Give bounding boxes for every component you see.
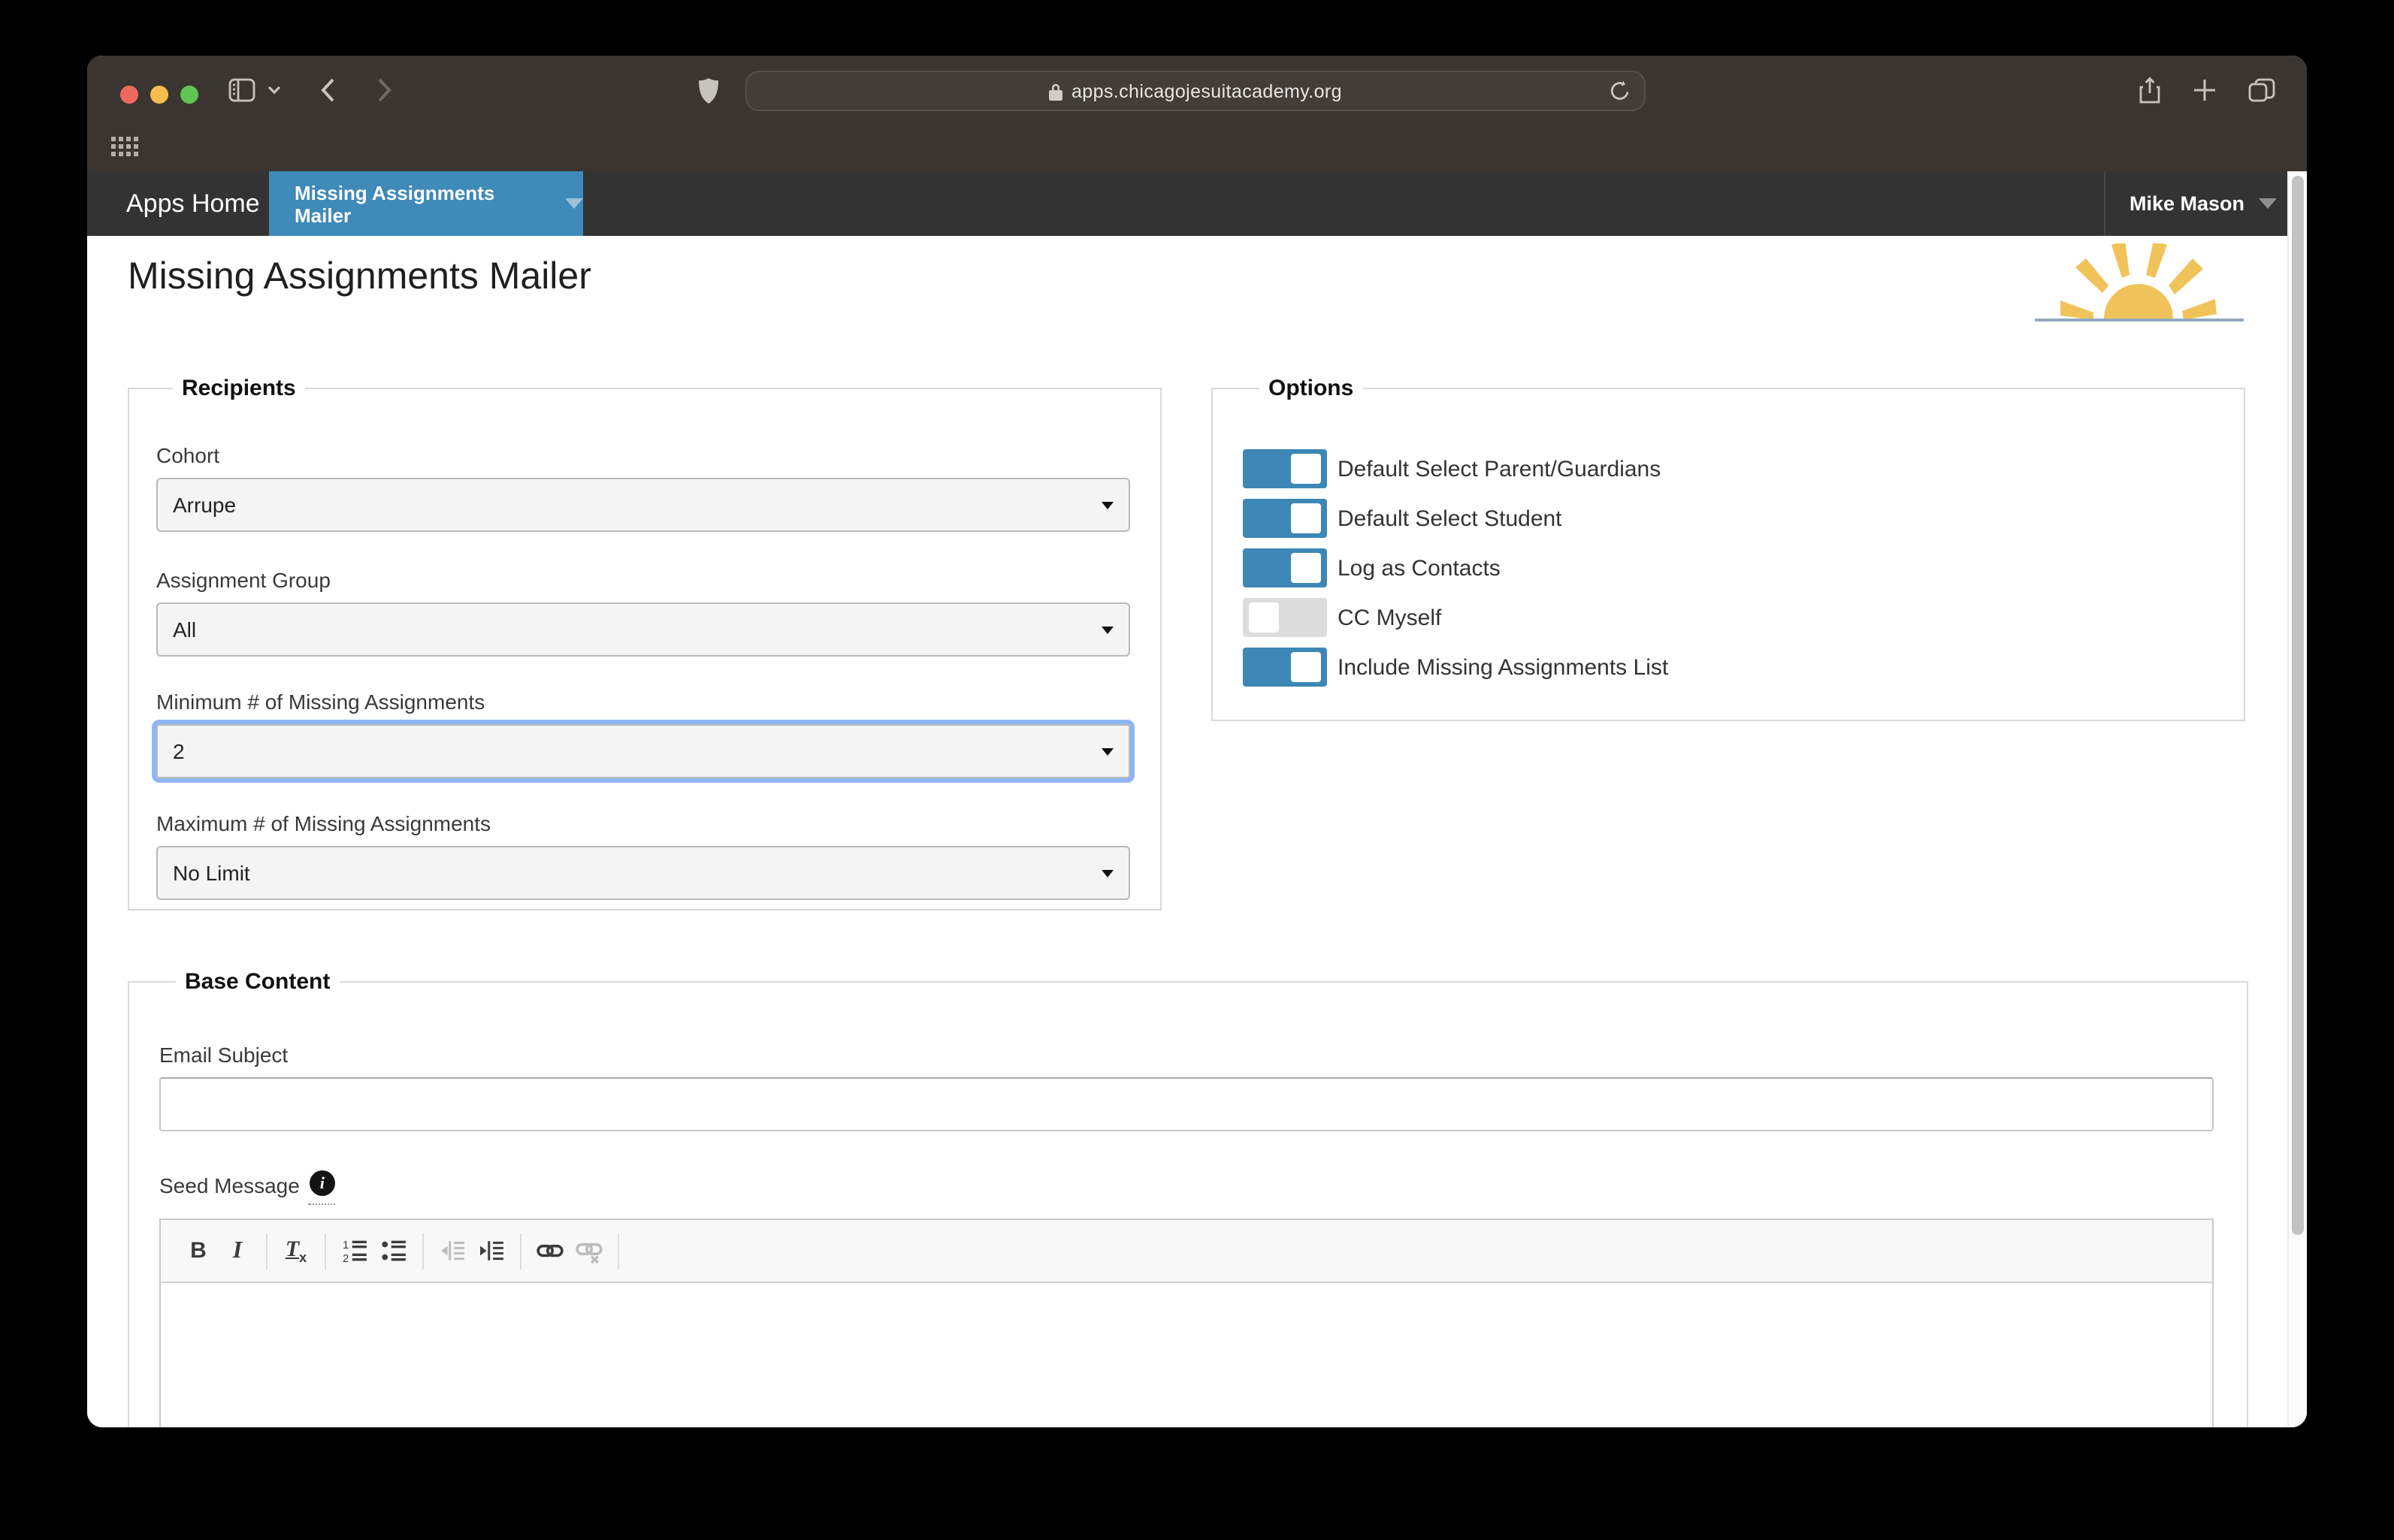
min-missing-label: Minimum # of Missing Assignments bbox=[156, 690, 485, 714]
editor-toolbar: B I Tx 1 2 bbox=[161, 1220, 2212, 1283]
link-icon[interactable] bbox=[530, 1231, 570, 1270]
apps-grid-icon[interactable] bbox=[111, 137, 138, 156]
option-label: CC Myself bbox=[1338, 605, 1442, 630]
url-text: apps.chicagojesuitacademy.org bbox=[1072, 80, 1342, 101]
seed-message-label: Seed Message bbox=[159, 1173, 300, 1197]
favorites-bar bbox=[87, 125, 2307, 171]
option-label: Log as Contacts bbox=[1338, 555, 1501, 581]
max-missing-label: Maximum # of Missing Assignments bbox=[156, 811, 491, 835]
tab-chevron-down-icon bbox=[565, 198, 583, 209]
close-window-button[interactable] bbox=[120, 86, 138, 104]
zoom-window-button[interactable] bbox=[180, 86, 198, 104]
numbered-list-icon[interactable]: 1 2 bbox=[335, 1231, 374, 1270]
base-content-panel: Base Content Email Subject Seed Message … bbox=[128, 969, 2248, 1427]
user-name: Mike Mason bbox=[2130, 192, 2245, 215]
back-button[interactable] bbox=[316, 56, 340, 125]
option-row: Log as Contacts bbox=[1243, 548, 2214, 587]
nav-tab-label: Missing Assignments Mailer bbox=[295, 181, 495, 226]
outdent-icon[interactable] bbox=[433, 1231, 472, 1270]
tooltip-dots bbox=[308, 1196, 336, 1205]
minimize-window-button[interactable] bbox=[150, 86, 168, 104]
toggle-log-as-contacts[interactable] bbox=[1243, 548, 1327, 587]
tab-overview-icon[interactable] bbox=[2245, 56, 2278, 125]
email-subject-input[interactable] bbox=[159, 1077, 2214, 1131]
max-missing-select[interactable]: No Limit bbox=[156, 846, 1130, 900]
option-row: Include Missing Assignments List bbox=[1243, 648, 2214, 687]
select-caret-icon bbox=[1102, 870, 1114, 877]
cohort-select[interactable]: Arrupe bbox=[156, 478, 1130, 532]
nav-tab-missing-assignments-mailer[interactable]: Missing Assignments Mailer bbox=[269, 171, 583, 236]
remove-format-button[interactable]: Tx bbox=[277, 1231, 316, 1270]
indent-icon[interactable] bbox=[472, 1231, 511, 1270]
traffic-lights bbox=[120, 86, 198, 104]
select-caret-icon bbox=[1102, 502, 1114, 509]
sunrise-logo bbox=[2035, 243, 2244, 322]
toggle-default-select-parents[interactable] bbox=[1243, 449, 1327, 488]
screen: apps.chicagojesuitacademy.org Apps Home … bbox=[0, 0, 2394, 1540]
browser-chrome: apps.chicagojesuitacademy.org bbox=[87, 56, 2307, 171]
nav-apps-home-link[interactable]: Apps Home bbox=[104, 171, 283, 236]
svg-text:2: 2 bbox=[342, 1253, 348, 1264]
address-bar[interactable]: apps.chicagojesuitacademy.org bbox=[745, 71, 1646, 111]
recipients-panel: Recipients Cohort Arrupe Assignment Grou… bbox=[128, 376, 1162, 910]
sidebar-chevron-down-icon[interactable] bbox=[264, 56, 283, 125]
min-missing-value: 2 bbox=[173, 739, 185, 763]
editor-content-area[interactable] bbox=[161, 1283, 2212, 1427]
assignment-group-select[interactable]: All bbox=[156, 602, 1130, 657]
assignment-group-label: Assignment Group bbox=[156, 568, 331, 592]
toolbar-separator bbox=[422, 1233, 424, 1269]
min-missing-select[interactable]: 2 bbox=[152, 720, 1135, 783]
reload-button[interactable] bbox=[1610, 80, 1631, 110]
options-panel: Options Default Select Parent/Guardians … bbox=[1211, 376, 2245, 721]
share-icon[interactable] bbox=[2134, 56, 2164, 125]
toggle-default-select-student[interactable] bbox=[1243, 499, 1327, 538]
new-tab-icon[interactable] bbox=[2190, 56, 2220, 125]
user-menu[interactable]: Mike Mason bbox=[2104, 171, 2287, 236]
toolbar-separator bbox=[325, 1233, 326, 1269]
select-caret-icon bbox=[1102, 748, 1114, 756]
option-label: Default Select Student bbox=[1338, 506, 1562, 531]
toolbar-separator bbox=[618, 1233, 619, 1269]
sidebar-toggle-icon[interactable] bbox=[225, 56, 258, 125]
cohort-label: Cohort bbox=[156, 443, 220, 467]
privacy-shield-icon[interactable] bbox=[694, 56, 721, 125]
bulleted-list-icon[interactable] bbox=[374, 1231, 413, 1270]
info-icon[interactable]: i bbox=[309, 1170, 335, 1196]
browser-titlebar: apps.chicagojesuitacademy.org bbox=[87, 56, 2307, 125]
recipients-legend: Recipients bbox=[182, 376, 296, 401]
max-missing-value: No Limit bbox=[173, 861, 250, 885]
option-row: CC Myself bbox=[1243, 598, 2214, 637]
seed-info: i bbox=[308, 1170, 336, 1205]
italic-button[interactable]: I bbox=[218, 1231, 257, 1270]
cohort-value: Arrupe bbox=[173, 493, 237, 517]
svg-text:1: 1 bbox=[342, 1240, 348, 1252]
toolbar-separator bbox=[266, 1233, 268, 1269]
unlink-icon[interactable] bbox=[570, 1231, 609, 1270]
scrollbar-thumb[interactable] bbox=[2292, 176, 2304, 1235]
option-label: Include Missing Assignments List bbox=[1338, 654, 1669, 680]
forward-button[interactable] bbox=[373, 56, 397, 125]
toggle-cc-myself[interactable] bbox=[1243, 598, 1327, 637]
toggle-include-missing-list[interactable] bbox=[1243, 648, 1327, 687]
lock-icon bbox=[1049, 82, 1062, 100]
browser-window: apps.chicagojesuitacademy.org Apps Home … bbox=[87, 56, 2307, 1427]
option-row: Default Select Student bbox=[1243, 499, 2214, 538]
page-title: Missing Assignments Mailer bbox=[128, 255, 591, 297]
page-scrollbar[interactable] bbox=[2287, 171, 2307, 1427]
webpage: Apps Home Missing Assignments Mailer Mik… bbox=[87, 171, 2307, 1427]
toolbar-separator bbox=[520, 1233, 521, 1269]
site-navbar: Apps Home Missing Assignments Mailer Mik… bbox=[87, 171, 2287, 236]
option-label: Default Select Parent/Guardians bbox=[1338, 456, 1661, 482]
option-row: Default Select Parent/Guardians bbox=[1243, 449, 2214, 488]
user-chevron-down-icon bbox=[2258, 198, 2277, 209]
assignment-group-value: All bbox=[173, 618, 197, 642]
options-legend: Options bbox=[1268, 376, 1354, 401]
select-caret-icon bbox=[1102, 627, 1114, 634]
base-content-legend: Base Content bbox=[185, 969, 331, 995]
rich-text-editor: B I Tx 1 2 bbox=[159, 1218, 2214, 1427]
email-subject-label: Email Subject bbox=[159, 1043, 289, 1067]
bold-button[interactable]: B bbox=[179, 1231, 218, 1270]
